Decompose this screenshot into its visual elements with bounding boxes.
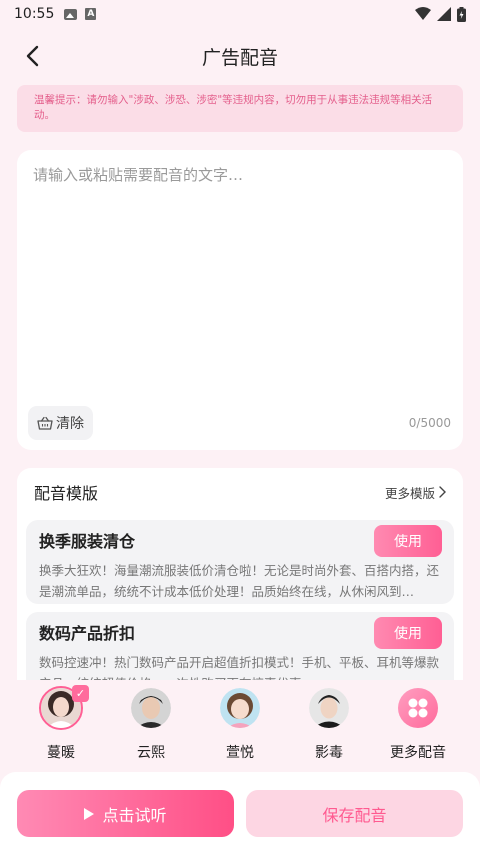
clear-button[interactable]: 清除 <box>28 406 93 440</box>
play-icon <box>84 807 95 820</box>
voice-option[interactable]: 萱悦 <box>200 686 280 762</box>
script-text-input[interactable] <box>33 164 447 394</box>
voice-name: 萱悦 <box>226 745 254 761</box>
back-button[interactable] <box>18 42 46 70</box>
voice-avatar <box>131 688 171 728</box>
templates-header: 配音模版 更多模版 <box>17 468 463 516</box>
voice-name: 云熙 <box>137 745 165 761</box>
avatar-wrapper <box>129 686 173 730</box>
status-time: 10:55 <box>14 6 55 22</box>
use-template-button[interactable]: 使用 <box>374 525 442 557</box>
chevron-right-icon <box>439 486 446 498</box>
grid-icon-holder <box>398 688 438 728</box>
voice-name: 更多配音 <box>390 745 446 761</box>
battery-icon <box>457 6 466 22</box>
flower-grid-icon <box>408 698 428 718</box>
header: 广告配音 <box>0 36 480 76</box>
voice-name: 影毒 <box>315 745 343 761</box>
voice-option[interactable]: 云熙 <box>111 686 191 762</box>
avatar-wrapper <box>218 686 262 730</box>
more-templates-link[interactable]: 更多模版 <box>385 483 446 502</box>
bottom-action-bar: 点击试听 保存配音 <box>0 772 480 853</box>
status-bar: 10:55 A <box>0 0 480 28</box>
templates-title: 配音模版 <box>34 484 99 503</box>
voice-avatar <box>220 688 260 728</box>
template-card[interactable]: 换季服装清仓 换季大狂欢！海量潮流服装低价清仓啦！无论是时尚外套、百搭内搭，还是… <box>26 520 454 604</box>
back-arrow-icon <box>26 45 39 67</box>
use-template-button[interactable]: 使用 <box>374 617 442 649</box>
save-dubbing-button[interactable]: 保存配音 <box>246 790 463 837</box>
selected-ring: ✓ <box>39 685 89 730</box>
template-description: 换季大狂欢！海量潮流服装低价清仓啦！无论是时尚外套、百搭内搭，还是潮流单品，统统… <box>39 563 440 599</box>
preview-label: 点击试听 <box>102 805 167 825</box>
check-icon: ✓ <box>72 685 89 702</box>
more-voices-button[interactable]: 更多配音 <box>378 686 458 762</box>
voice-option[interactable]: 影毒 <box>289 686 369 762</box>
app-notification-icon: A <box>85 8 97 20</box>
template-card[interactable]: 数码产品折扣 数码控速冲！热门数码产品开启超值折扣模式！手机、平板、耳机等爆款产… <box>26 612 454 680</box>
preview-listen-button[interactable]: 点击试听 <box>17 790 234 837</box>
voice-avatar <box>309 688 349 728</box>
warning-notice: 温馨提示：请勿输入"涉政、涉恐、涉密"等违规内容，切勿用于从事违法违规等相关活动… <box>17 85 463 132</box>
page-title: 广告配音 <box>201 46 278 69</box>
text-editor-panel: 清除 0/5000 <box>17 150 463 450</box>
basket-icon <box>37 416 53 430</box>
char-counter: 0/5000 <box>408 416 451 430</box>
signal-icon <box>437 7 451 21</box>
gallery-notification-icon <box>64 8 78 20</box>
voice-selector: ✓ 蔓暖 云熙 萱悦 影毒 更多配音 <box>0 680 480 772</box>
avatar-wrapper <box>307 686 351 730</box>
wifi-icon <box>415 7 431 20</box>
voice-option[interactable]: ✓ 蔓暖 <box>21 685 101 762</box>
more-templates-label: 更多模版 <box>384 485 435 501</box>
clear-label: 清除 <box>56 416 84 432</box>
avatar-wrapper <box>396 686 440 730</box>
templates-panel: 配音模版 更多模版 换季服装清仓 换季大狂欢！海量潮流服装低价清仓啦！无论是时尚… <box>17 468 463 680</box>
voice-name: 蔓暖 <box>47 745 75 761</box>
template-description: 数码控速冲！热门数码产品开启超值折扣模式！手机、平板、耳机等爆款产品，统统超值价… <box>39 655 440 680</box>
